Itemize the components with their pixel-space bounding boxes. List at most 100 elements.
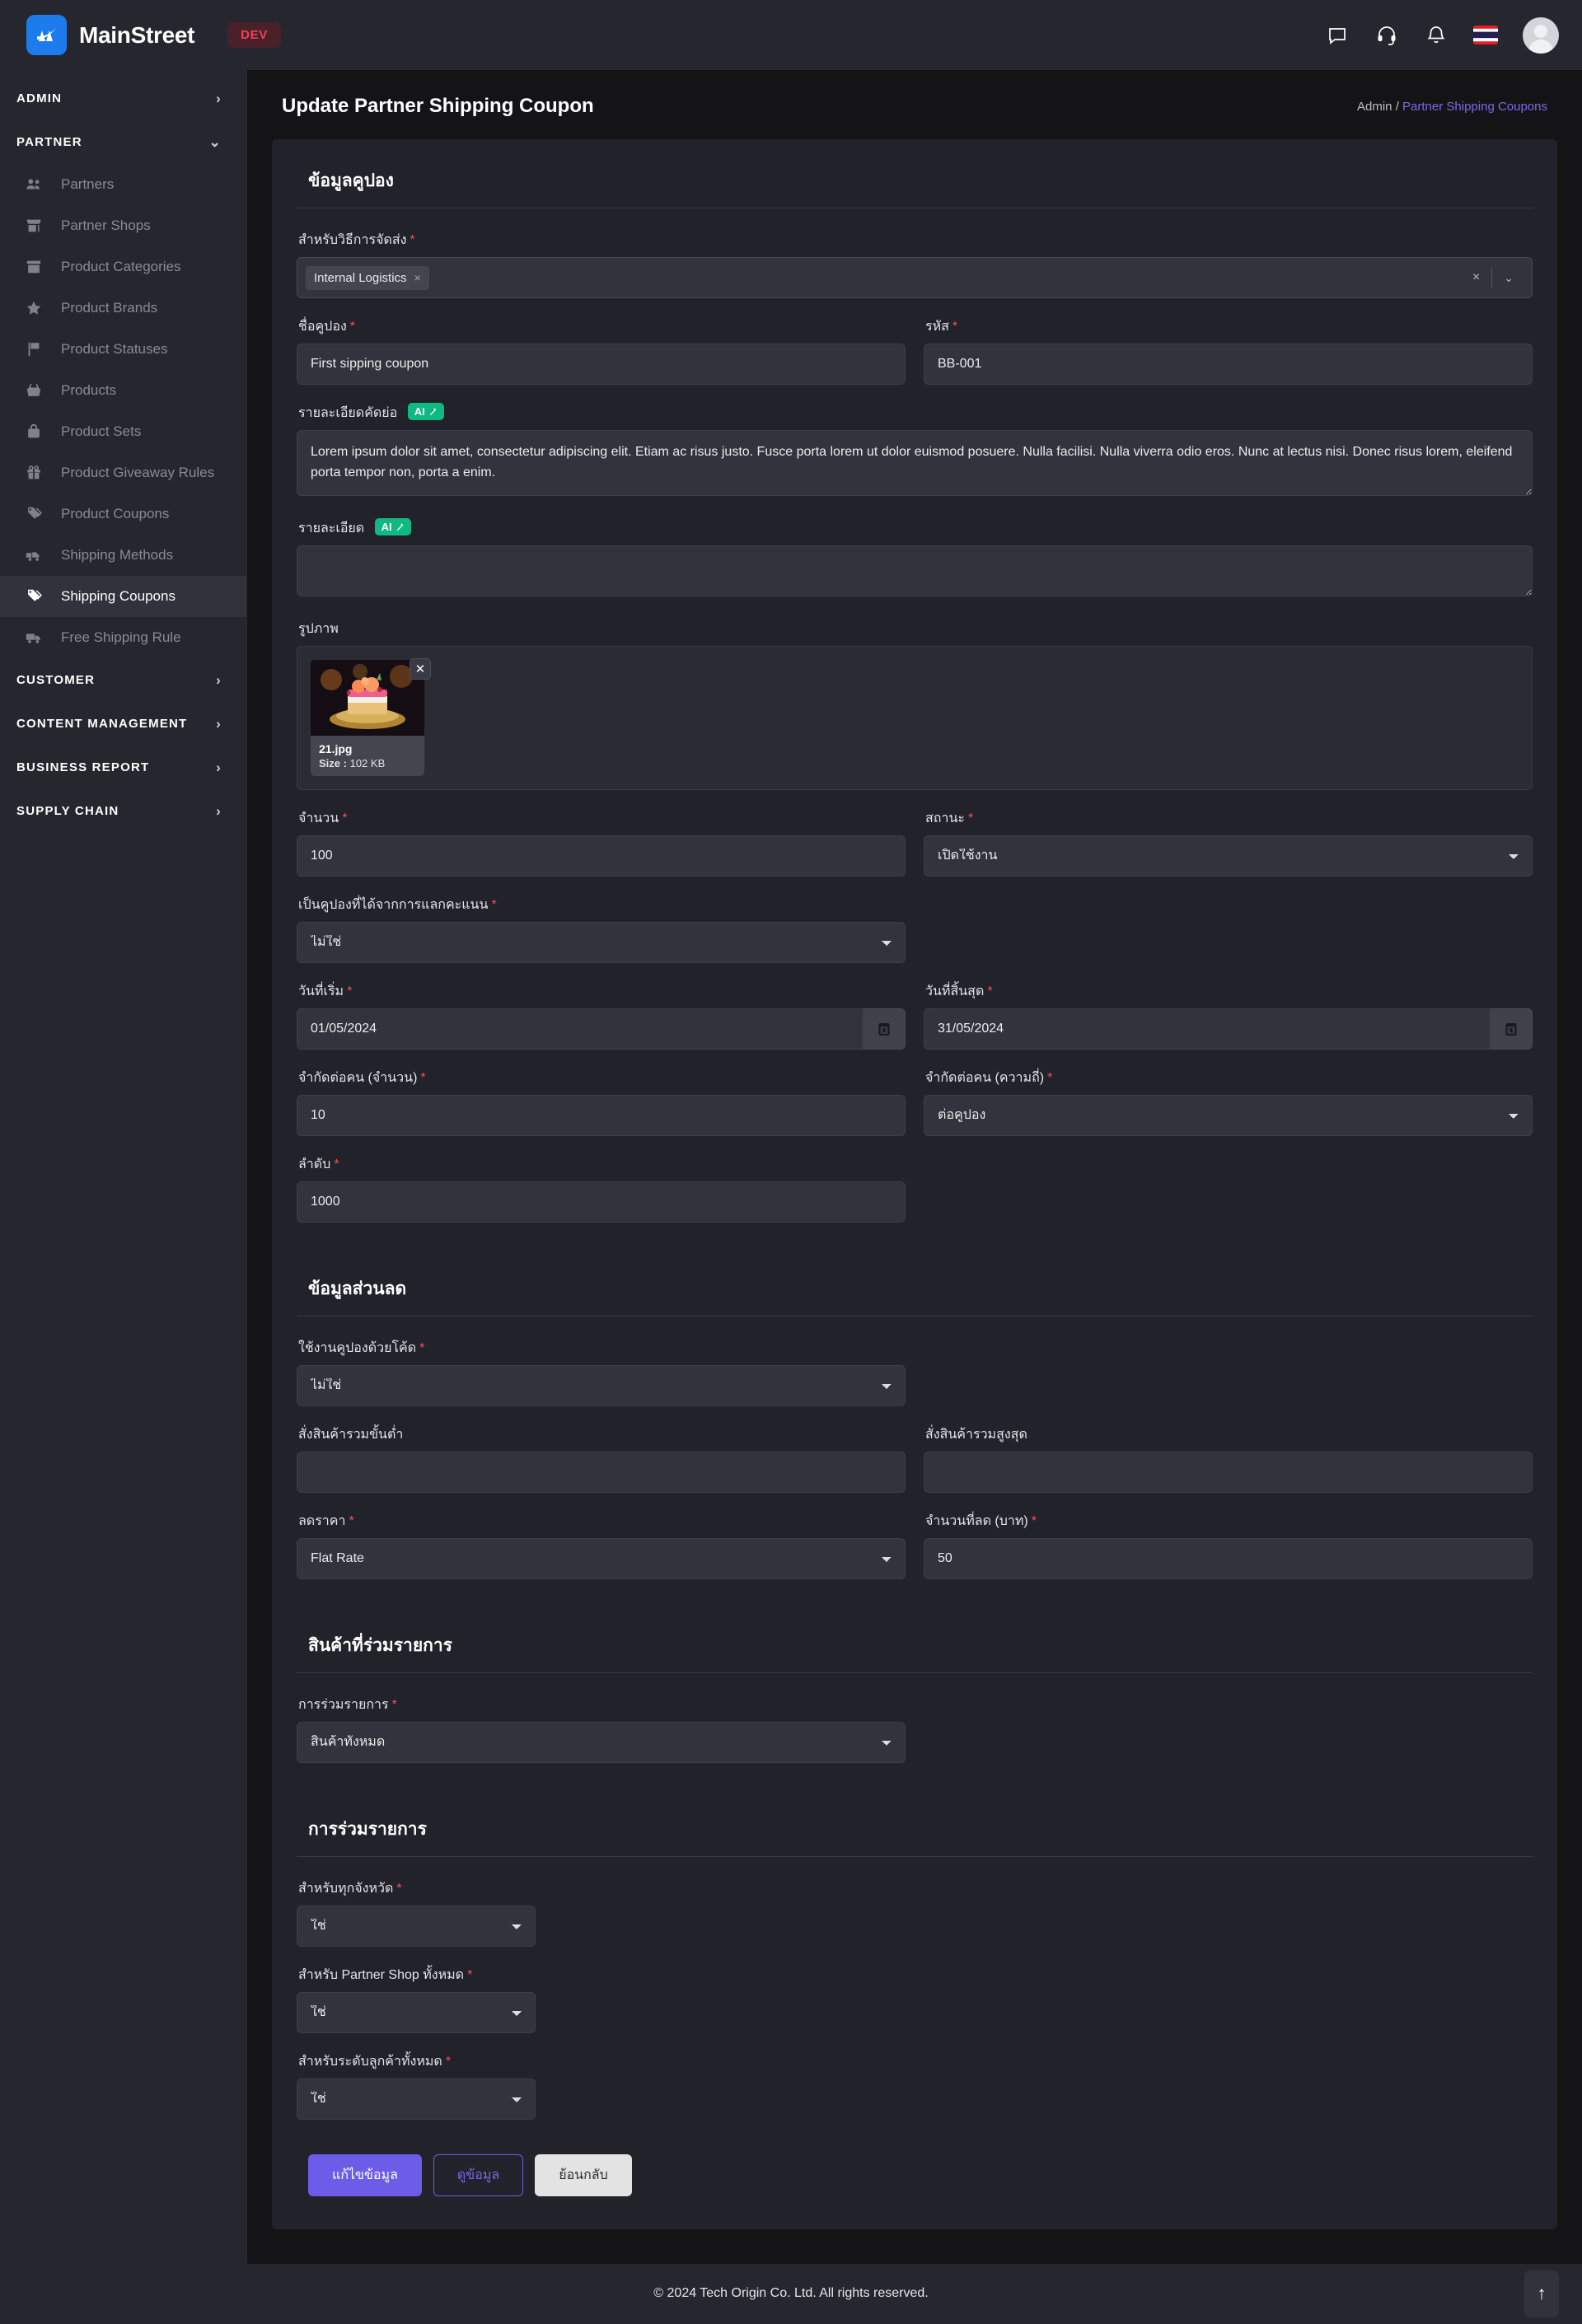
order-input[interactable] bbox=[297, 1181, 906, 1223]
shipping-method-multiselect[interactable]: Internal Logistics × × ⌄ bbox=[297, 257, 1533, 298]
label-participation: การร่วมรายการ * bbox=[298, 1695, 906, 1715]
required-marker: * bbox=[952, 320, 958, 334]
limit-per-person-freq-select[interactable]: ต่อคูปอง bbox=[924, 1094, 1533, 1136]
quantity-input[interactable] bbox=[297, 835, 906, 877]
scroll-to-top-button[interactable]: ↑ bbox=[1524, 2270, 1559, 2317]
field-image: รูปภาพ ✕ 21.jpg Size: 102 KB bbox=[297, 619, 1533, 790]
limit-per-person-qty-input[interactable] bbox=[297, 1094, 906, 1136]
sidebar-item-product-statuses[interactable]: Product Statuses bbox=[0, 329, 246, 370]
chat-icon[interactable] bbox=[1325, 23, 1350, 48]
sidebar-item-free-shipping-rule[interactable]: Free Shipping Rule bbox=[0, 617, 246, 658]
multiselect-controls: × ⌄ bbox=[1461, 267, 1525, 288]
clear-all-icon[interactable]: × bbox=[1461, 270, 1491, 285]
chevron-right-icon: › bbox=[216, 91, 222, 106]
sidebar-group-label: BUSINESS REPORT bbox=[16, 760, 150, 774]
thai-flag-icon[interactable] bbox=[1473, 23, 1498, 48]
sidebar-item-label: Product Brands bbox=[61, 300, 158, 316]
chevron-right-icon: › bbox=[216, 760, 222, 775]
code-input[interactable] bbox=[924, 344, 1533, 385]
required-marker: * bbox=[420, 1070, 426, 1085]
sidebar-item-product-sets[interactable]: Product Sets bbox=[0, 411, 246, 452]
ai-badge-label: AI bbox=[414, 405, 425, 418]
view-button[interactable]: ดูข้อมูล bbox=[433, 2153, 524, 2196]
magic-wand-icon bbox=[396, 522, 403, 531]
is-redeem-coupon-select[interactable]: ไม่ใช่ bbox=[297, 921, 906, 963]
sidebar-item-products[interactable]: Products bbox=[0, 370, 246, 411]
label-text: รหัส bbox=[925, 320, 949, 334]
form-actions: แก้ไขข้อมูล ดูข้อมูล ย้อนกลับ bbox=[297, 2138, 1533, 2196]
use-code-select[interactable]: ไม่ใช่ bbox=[297, 1364, 906, 1406]
calendar-icon[interactable] bbox=[863, 1008, 906, 1050]
avatar[interactable] bbox=[1523, 16, 1559, 54]
discount-type-select[interactable]: Flat Rate bbox=[297, 1537, 906, 1579]
brand-logo[interactable]: MainStreet bbox=[26, 15, 194, 55]
all-provinces-select[interactable]: ใช่ bbox=[297, 1905, 536, 1947]
image-upload-box[interactable]: ✕ 21.jpg Size : 102 KB bbox=[297, 645, 1533, 790]
sidebar-group-supply-chain[interactable]: SUPPLY CHAIN › bbox=[0, 789, 246, 833]
sidebar-item-shipping-coupons[interactable]: Shipping Coupons bbox=[0, 576, 246, 617]
status-select[interactable]: เปิดใช้งาน bbox=[924, 835, 1533, 877]
row-use-code: ใช้งานคูปองด้วยโค้ด * ไม่ใช่ bbox=[297, 1338, 1533, 1424]
app-shell: ADMIN › PARTNER ⌄ Partners Partner Shops… bbox=[0, 70, 1582, 2264]
sidebar-item-product-brands[interactable]: Product Brands bbox=[0, 288, 246, 329]
copyright-text: © 2024 Tech Origin Co. Ltd. All rights r… bbox=[653, 2286, 929, 2301]
label-description: รายละเอียด AI bbox=[298, 517, 1533, 539]
label-text: จำนวน bbox=[298, 811, 339, 825]
description-textarea[interactable] bbox=[297, 545, 1533, 596]
divider bbox=[297, 1672, 1533, 1673]
end-date-input[interactable] bbox=[924, 1008, 1490, 1050]
headset-icon[interactable] bbox=[1374, 23, 1399, 48]
all-customer-tiers-select[interactable]: ใช่ bbox=[297, 2078, 536, 2120]
label-start-date: วันที่เริ่ม * bbox=[298, 981, 906, 1002]
min-total-input[interactable] bbox=[297, 1451, 906, 1493]
chevron-down-icon[interactable]: ⌄ bbox=[1492, 271, 1525, 285]
coupon-name-input[interactable] bbox=[297, 344, 906, 385]
ai-badge[interactable]: AI bbox=[407, 403, 444, 420]
label-text: รายละเอียด bbox=[298, 521, 365, 535]
remove-image-button[interactable]: ✕ bbox=[410, 657, 431, 680]
required-marker: * bbox=[349, 1513, 354, 1528]
start-date-input[interactable] bbox=[297, 1008, 863, 1050]
sidebar-item-partners[interactable]: Partners bbox=[0, 164, 246, 205]
all-partner-shops-select[interactable]: ใช่ bbox=[297, 1991, 536, 2033]
sidebar-group-partner[interactable]: PARTNER ⌄ bbox=[0, 120, 246, 164]
field-participation: การร่วมรายการ * สินค้าทั้งหมด bbox=[297, 1695, 906, 1763]
back-button[interactable]: ย้อนกลับ bbox=[535, 2153, 632, 2196]
sidebar-item-product-giveaway-rules[interactable]: Product Giveaway Rules bbox=[0, 452, 246, 493]
row-dates: วันที่เริ่ม* วันที่สิ้นสุด* bbox=[297, 981, 1533, 1068]
breadcrumb: Admin / Partner Shipping Coupons bbox=[1357, 100, 1547, 114]
sidebar-item-product-categories[interactable]: Product Categories bbox=[0, 246, 246, 288]
required-marker: * bbox=[410, 233, 415, 247]
tag-icon bbox=[23, 505, 44, 523]
discount-amount-input[interactable] bbox=[924, 1537, 1533, 1579]
store-icon bbox=[23, 217, 44, 235]
participation-select[interactable]: สินค้าทั้งหมด bbox=[297, 1721, 906, 1763]
sidebar-item-product-coupons[interactable]: Product Coupons bbox=[0, 493, 246, 535]
page-header: Update Partner Shipping Coupon Admin / P… bbox=[247, 70, 1582, 139]
sidebar-item-shipping-methods[interactable]: Shipping Methods bbox=[0, 535, 246, 576]
label-text: จำกัดต่อคน (จำนวน) bbox=[298, 1070, 418, 1085]
field-status: สถานะ * เปิดใช้งาน bbox=[924, 808, 1533, 877]
sidebar-group-content-management[interactable]: CONTENT MANAGEMENT › bbox=[0, 702, 246, 746]
page-footer: © 2024 Tech Origin Co. Ltd. All rights r… bbox=[0, 2263, 1582, 2324]
sidebar-group-business-report[interactable]: BUSINESS REPORT › bbox=[0, 746, 246, 789]
calendar-icon[interactable] bbox=[1490, 1008, 1533, 1050]
required-marker: * bbox=[334, 1157, 339, 1171]
max-total-input[interactable] bbox=[924, 1451, 1533, 1493]
bell-icon[interactable] bbox=[1424, 23, 1449, 48]
field-start-date: วันที่เริ่ม * bbox=[297, 981, 906, 1050]
submit-button[interactable]: แก้ไขข้อมูล bbox=[308, 2153, 422, 2196]
topbar-actions bbox=[1325, 16, 1559, 54]
chip-remove-icon[interactable]: × bbox=[414, 271, 421, 284]
ai-badge[interactable]: AI bbox=[374, 517, 411, 535]
short-description-textarea[interactable]: Lorem ipsum dolor sit amet, consectetur … bbox=[297, 430, 1533, 496]
label-all-partner-shops: สำหรับ Partner Shop ทั้งหมด * bbox=[298, 1965, 1533, 1985]
label-text: วันที่สิ้นสุด bbox=[925, 984, 985, 998]
sidebar-item-partner-shops[interactable]: Partner Shops bbox=[0, 205, 246, 246]
sidebar-item-label: Shipping Coupons bbox=[61, 588, 176, 604]
sidebar-group-admin[interactable]: ADMIN › bbox=[0, 77, 246, 120]
label-text: สำหรับ Partner Shop ทั้งหมด bbox=[298, 1967, 465, 1982]
breadcrumb-current[interactable]: Partner Shipping Coupons bbox=[1402, 100, 1547, 114]
sidebar-group-customer[interactable]: CUSTOMER › bbox=[0, 658, 246, 702]
